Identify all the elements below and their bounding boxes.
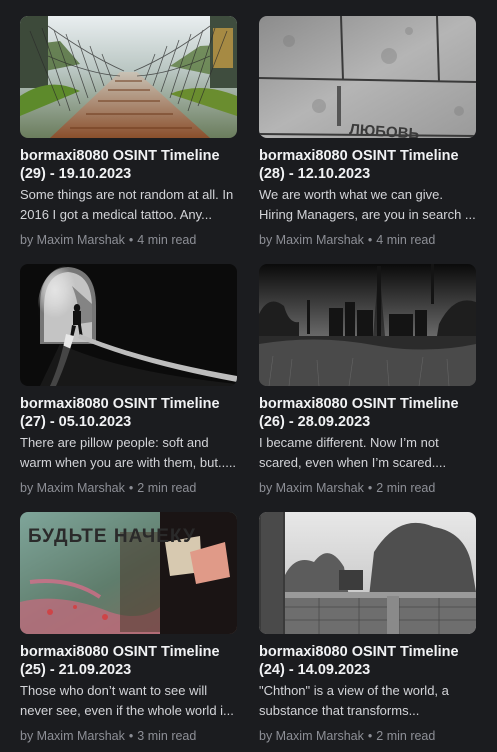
separator-dot: •: [367, 481, 373, 495]
post-read-time: 4 min read: [376, 233, 436, 247]
post-thumbnail[interactable]: [259, 264, 476, 386]
post-read-time: 2 min read: [137, 481, 197, 495]
post-author: by Maxim Marshak: [20, 481, 125, 495]
post-excerpt: "Chthon" is a view of the world, a subst…: [259, 681, 476, 721]
post-read-time: 2 min read: [376, 729, 436, 743]
post-excerpt-text: There are pillow people: soft and warm w…: [20, 435, 237, 470]
post-thumbnail[interactable]: БУДЬТЕ НАЧЕКУ: [20, 512, 237, 634]
post-read-time: 3 min read: [137, 729, 197, 743]
post-excerpt-text: Those who don’t want to see will never s…: [20, 683, 234, 718]
post-meta: by Maxim Marshak • 2 min read: [259, 480, 476, 496]
post-excerpt: Those who don’t want to see will never s…: [20, 681, 237, 721]
post-excerpt: We are worth what we can give. Hiring Ma…: [259, 185, 476, 225]
brick-fence-image: [259, 512, 476, 634]
post-card[interactable]: bormaxi8080 OSINT Timeline (24) - 14.09.…: [259, 512, 476, 744]
post-meta: by Maxim Marshak • 3 min read: [20, 728, 237, 744]
post-excerpt-text: I became different. Now I’m not scared, …: [259, 435, 447, 470]
tunnel-image: [20, 264, 237, 386]
post-meta: by Maxim Marshak • 4 min read: [20, 232, 237, 248]
post-meta: by Maxim Marshak • 4 min read: [259, 232, 476, 248]
separator-dot: •: [128, 729, 134, 743]
post-read-time: 2 min read: [376, 481, 436, 495]
post-excerpt: I became different. Now I’m not scared, …: [259, 433, 476, 473]
post-title[interactable]: bormaxi8080 OSINT Timeline (24) - 14.09.…: [259, 643, 476, 679]
post-thumbnail[interactable]: [20, 264, 237, 386]
separator-dot: •: [367, 729, 373, 743]
post-author: by Maxim Marshak: [20, 233, 125, 247]
separator-dot: •: [128, 481, 134, 495]
separator-dot: •: [128, 233, 134, 247]
post-author: by Maxim Marshak: [259, 481, 364, 495]
post-card[interactable]: bormaxi8080 OSINT Timeline (29) - 19.10.…: [20, 16, 237, 248]
post-thumbnail[interactable]: ЛЮБОВЬ: [259, 16, 476, 138]
post-meta: by Maxim Marshak • 2 min read: [259, 728, 476, 744]
separator-dot: •: [367, 233, 373, 247]
suspension-bridge-image: [20, 16, 237, 138]
post-grid: bormaxi8080 OSINT Timeline (29) - 19.10.…: [0, 0, 497, 752]
post-excerpt: Some things are not random at all. In 20…: [20, 185, 237, 225]
concrete-wall-image: ЛЮБОВЬ: [259, 16, 476, 138]
post-author: by Maxim Marshak: [20, 729, 125, 743]
post-excerpt: There are pillow people: soft and warm w…: [20, 433, 237, 473]
post-title[interactable]: bormaxi8080 OSINT Timeline (26) - 28.09.…: [259, 395, 476, 431]
post-card[interactable]: bormaxi8080 OSINT Timeline (26) - 28.09.…: [259, 264, 476, 496]
post-author: by Maxim Marshak: [259, 233, 364, 247]
post-read-time: 4 min read: [137, 233, 197, 247]
graffiti-wall-image: БУДЬТЕ НАЧЕКУ: [20, 512, 237, 634]
post-meta: by Maxim Marshak • 2 min read: [20, 480, 237, 496]
post-excerpt-text: "Chthon" is a view of the world, a subst…: [259, 683, 449, 718]
post-excerpt-text: We are worth what we can give. Hiring Ma…: [259, 187, 476, 222]
post-card[interactable]: ЛЮБОВЬ bormaxi8080 OSINT Timeline (28) -…: [259, 16, 476, 248]
post-card[interactable]: БУДЬТЕ НАЧЕКУ bormaxi8080 OSINT Timeline…: [20, 512, 237, 744]
post-thumbnail[interactable]: [259, 512, 476, 634]
graffiti-text: БУДЬТЕ НАЧЕКУ: [28, 526, 196, 547]
industrial-skyline-image: [259, 264, 476, 386]
post-title[interactable]: bormaxi8080 OSINT Timeline (28) - 12.10.…: [259, 147, 476, 183]
post-card[interactable]: bormaxi8080 OSINT Timeline (27) - 05.10.…: [20, 264, 237, 496]
post-thumbnail[interactable]: [20, 16, 237, 138]
post-title[interactable]: bormaxi8080 OSINT Timeline (29) - 19.10.…: [20, 147, 237, 183]
post-title[interactable]: bormaxi8080 OSINT Timeline (25) - 21.09.…: [20, 643, 237, 679]
post-title[interactable]: bormaxi8080 OSINT Timeline (27) - 05.10.…: [20, 395, 237, 431]
post-author: by Maxim Marshak: [259, 729, 364, 743]
post-excerpt-text: Some things are not random at all. In 20…: [20, 187, 234, 222]
